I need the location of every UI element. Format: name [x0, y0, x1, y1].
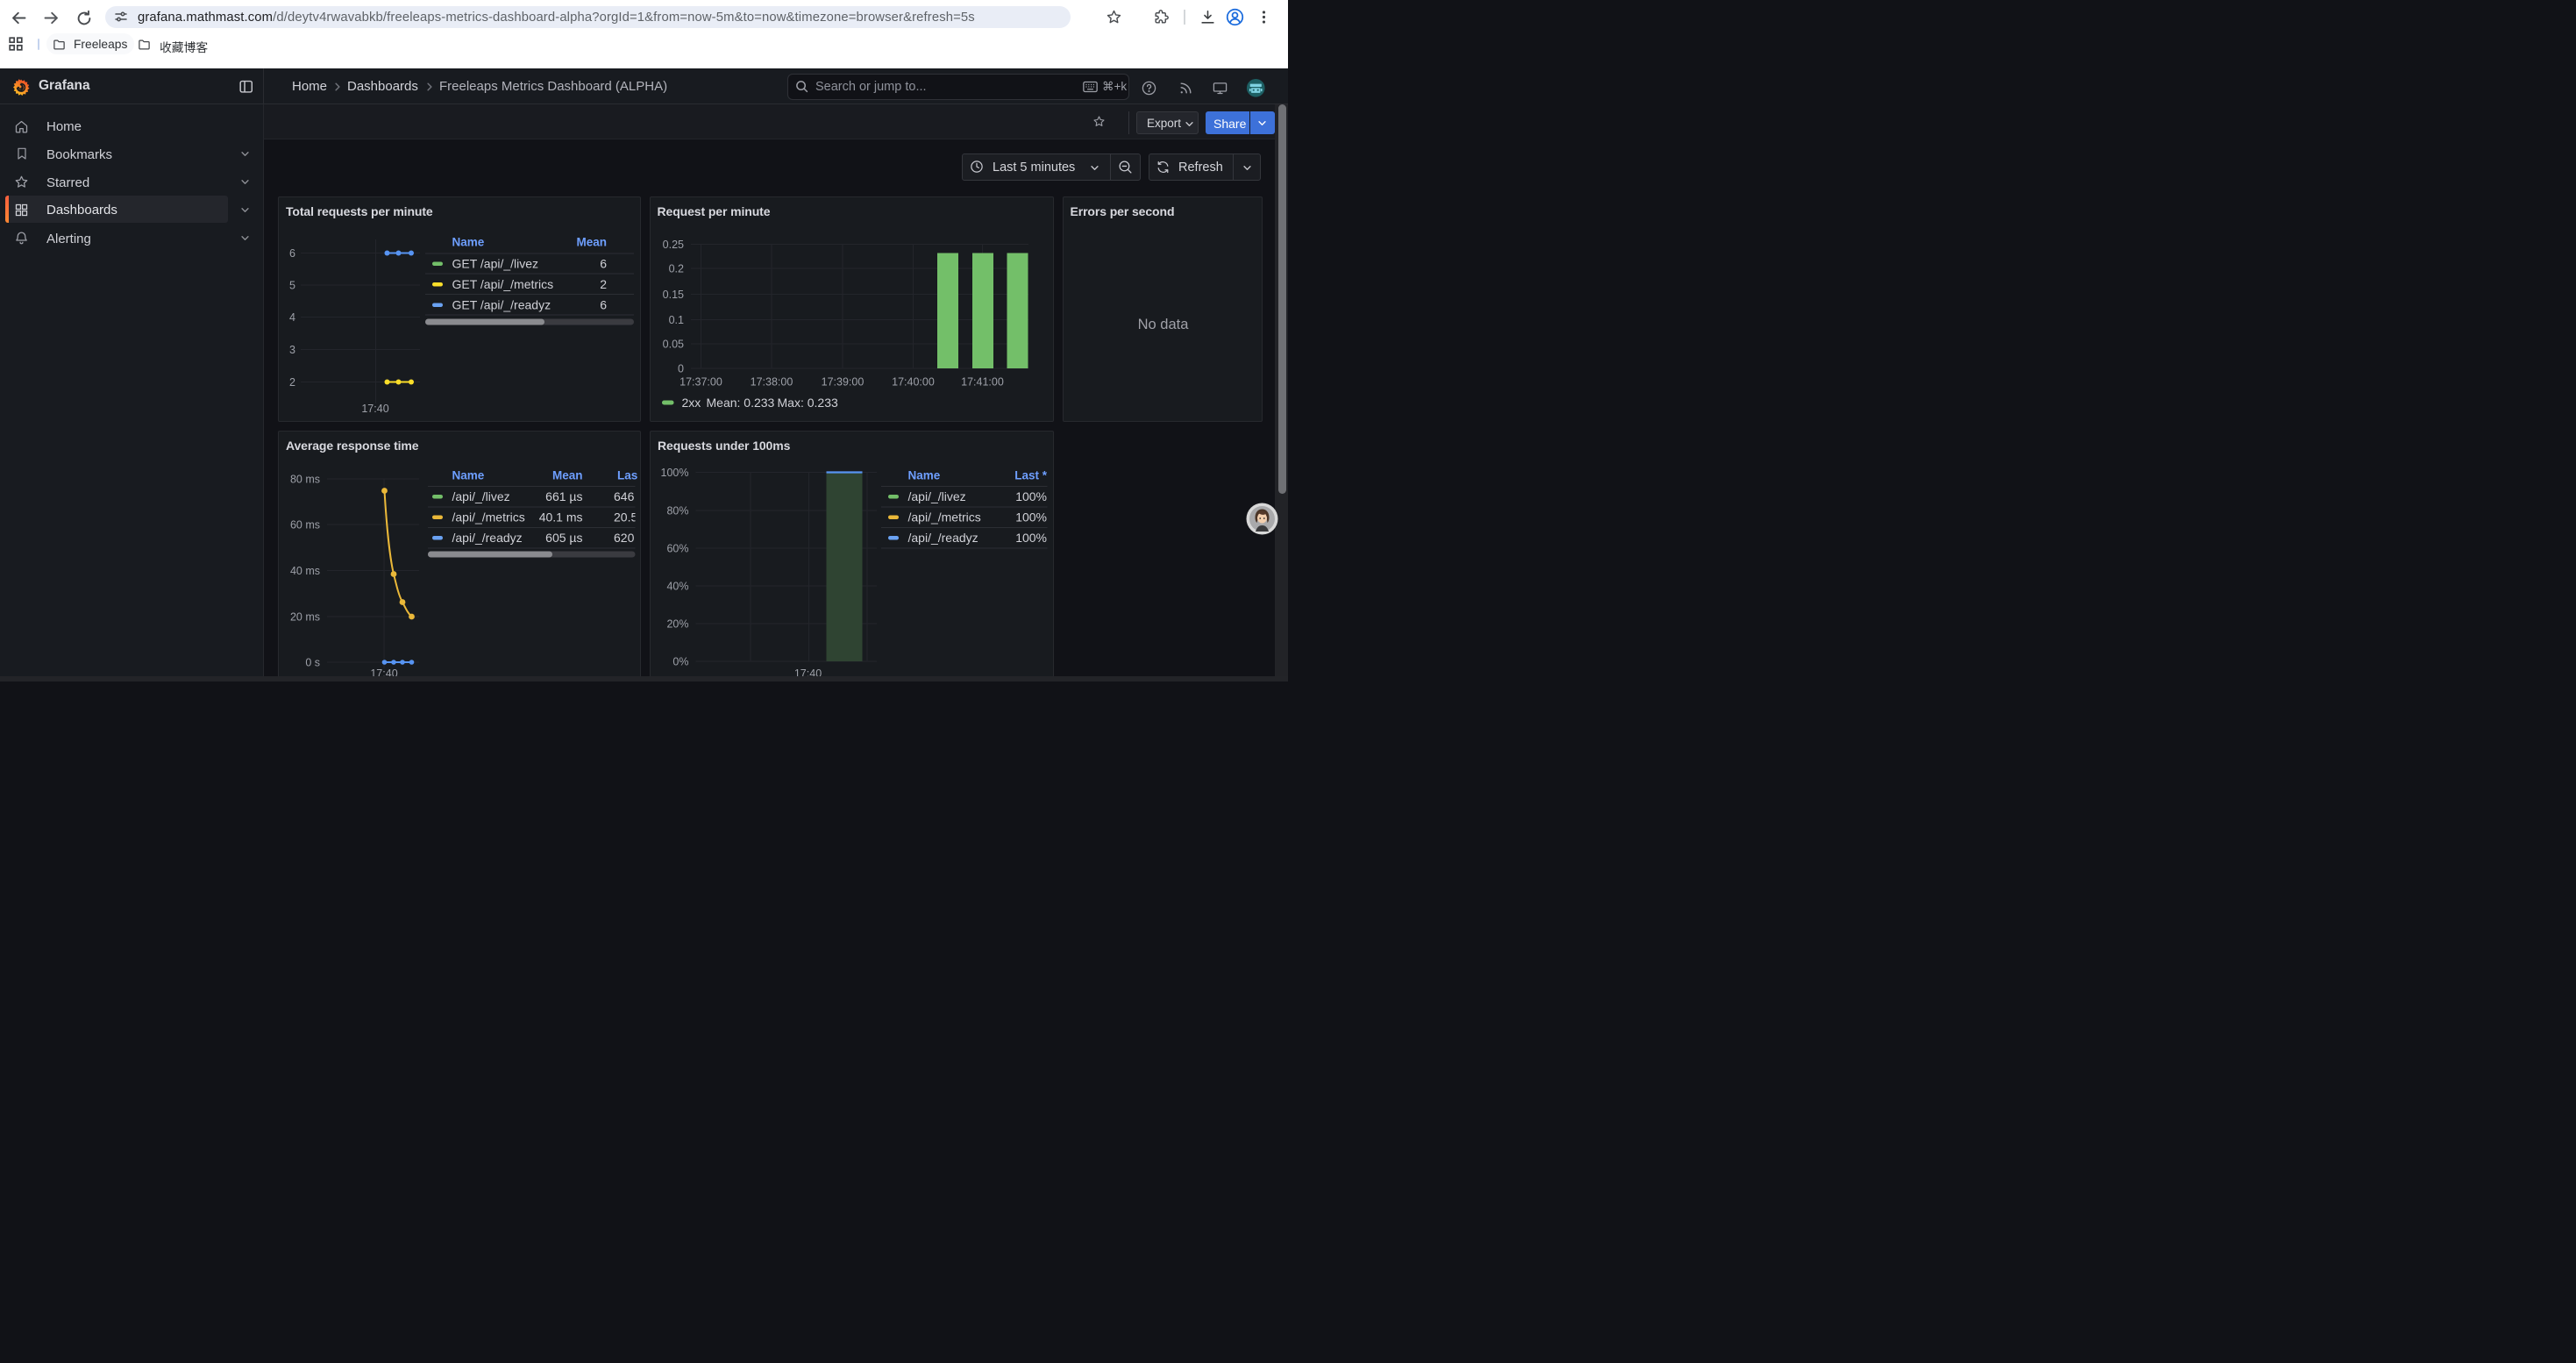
svg-text:0.05: 0.05	[662, 338, 683, 350]
svg-text:6: 6	[600, 256, 607, 270]
svg-text:2xx: 2xx	[681, 396, 701, 410]
svg-text:Last *: Last *	[1014, 469, 1048, 482]
svg-text:17:37:00: 17:37:00	[680, 375, 722, 388]
svg-text:2: 2	[600, 277, 607, 291]
svg-text:17:41:00: 17:41:00	[961, 375, 1004, 388]
svg-text:6: 6	[289, 247, 295, 260]
svg-text:Mean: Mean	[576, 235, 607, 248]
svg-text:17:38:00: 17:38:00	[750, 375, 793, 388]
svg-text:20 ms: 20 ms	[290, 611, 320, 624]
svg-text:100%: 100%	[661, 467, 689, 479]
svg-text:17:39:00: 17:39:00	[821, 375, 864, 388]
svg-text:/api/_/readyz: /api/_/readyz	[908, 531, 978, 545]
svg-text:Las: Las	[617, 469, 637, 482]
svg-text:2: 2	[289, 376, 295, 389]
svg-text:Name: Name	[452, 469, 485, 482]
svg-text:Name: Name	[452, 235, 485, 248]
svg-text:100%: 100%	[1015, 510, 1047, 525]
svg-text:40 ms: 40 ms	[290, 565, 320, 577]
svg-text:5: 5	[289, 279, 295, 291]
svg-text:/api/_/livez: /api/_/livez	[908, 489, 966, 503]
svg-text:60%: 60%	[666, 543, 688, 555]
svg-text:6: 6	[600, 297, 607, 311]
svg-text:GET /api/_/livez: GET /api/_/livez	[452, 256, 539, 270]
svg-text:/api/_/metrics: /api/_/metrics	[908, 510, 981, 525]
svg-text:0%: 0%	[672, 656, 688, 668]
svg-text:80%: 80%	[666, 505, 688, 517]
svg-text:0.2: 0.2	[668, 262, 683, 275]
svg-text:/api/_/readyz: /api/_/readyz	[452, 531, 523, 545]
svg-text:Max: 0.233: Max: 0.233	[777, 396, 837, 410]
svg-text:100%: 100%	[1015, 531, 1047, 545]
svg-text:60 ms: 60 ms	[290, 519, 320, 532]
svg-text:Name: Name	[908, 469, 941, 482]
svg-text:17:40:00: 17:40:00	[892, 375, 935, 388]
svg-text:661 µs: 661 µs	[545, 489, 582, 503]
svg-text:646 µs: 646 µs	[614, 489, 641, 503]
svg-text:20%: 20%	[666, 618, 688, 631]
svg-text:20.5 ms: 20.5 ms	[614, 510, 641, 525]
svg-text:4: 4	[289, 311, 295, 324]
svg-text:620 µs: 620 µs	[614, 531, 641, 545]
svg-text:80 ms: 80 ms	[290, 474, 320, 486]
svg-text:Mean: 0.233: Mean: 0.233	[706, 396, 774, 410]
svg-text:3: 3	[289, 344, 295, 356]
svg-text:605 µs: 605 µs	[545, 531, 582, 545]
svg-text:/api/_/metrics: /api/_/metrics	[452, 510, 525, 525]
svg-text:0 s: 0 s	[305, 657, 320, 669]
svg-text:100%: 100%	[1015, 489, 1047, 503]
svg-text:GET /api/_/metrics: GET /api/_/metrics	[452, 277, 554, 291]
svg-text:0.1: 0.1	[668, 314, 683, 326]
svg-text:40%: 40%	[666, 581, 688, 593]
svg-text:0.25: 0.25	[662, 239, 683, 251]
svg-text:/api/_/livez: /api/_/livez	[452, 489, 510, 503]
svg-text:Mean: Mean	[552, 469, 583, 482]
svg-text:GET /api/_/readyz: GET /api/_/readyz	[452, 297, 551, 311]
svg-text:17:40: 17:40	[361, 403, 388, 415]
svg-text:0: 0	[678, 362, 684, 375]
svg-text:40.1 ms: 40.1 ms	[539, 510, 583, 525]
svg-text:0.15: 0.15	[662, 289, 683, 301]
